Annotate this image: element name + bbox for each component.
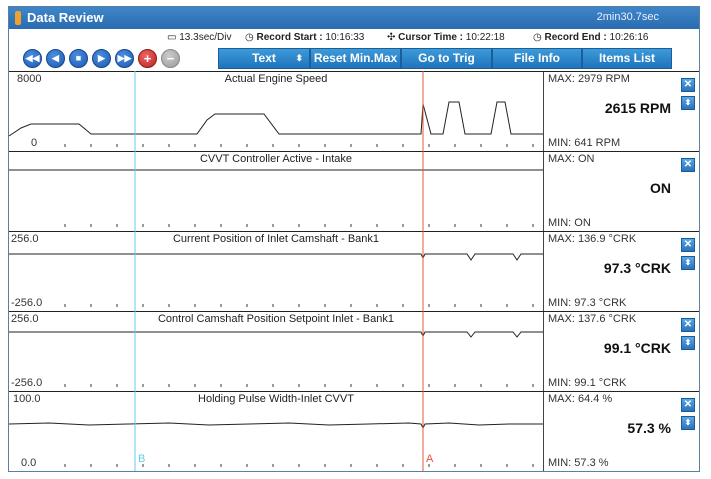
- prev-button[interactable]: ◀: [46, 49, 65, 68]
- updown-icon: ⬍: [684, 418, 692, 427]
- current-value: 57.3 %: [627, 420, 671, 436]
- cursor-a-label[interactable]: A: [426, 453, 433, 465]
- go-to-trig-button[interactable]: Go to Trig: [401, 48, 492, 69]
- rewind-icon: ◀◀: [25, 53, 40, 63]
- file-info-button[interactable]: File Info: [492, 48, 582, 69]
- current-value: ON: [650, 180, 671, 196]
- min-value: MIN: 641 RPM: [548, 137, 621, 149]
- readout-engine-speed: MAX: 2979 RPM 2615 RPM MIN: 641 RPM ✕ ⬍: [543, 72, 699, 151]
- close-icon: ✕: [683, 399, 693, 410]
- text-select-label: Text: [252, 51, 276, 65]
- close-icon: ✕: [683, 159, 693, 170]
- scale-button[interactable]: ⬍: [681, 336, 695, 350]
- updown-icon: ⬍: [684, 258, 692, 267]
- max-value: MAX: 137.6 °CRK: [548, 313, 637, 325]
- app-icon: [15, 11, 21, 25]
- readout-holding-pulse: MAX: 64.4 % 57.3 % MIN: 57.3 % ✕ ⬍: [543, 392, 699, 471]
- reset-minmax-button[interactable]: Reset Min.Max: [310, 48, 401, 69]
- min-value: MIN: 57.3 %: [548, 457, 609, 469]
- window-title: Data Review: [27, 10, 104, 25]
- items-list-button[interactable]: Items List: [582, 48, 672, 69]
- toolbar: ◀◀ ◀ ■ ▶ ▶▶ + − Text ⬍ Reset Min.Max Go …: [9, 47, 699, 71]
- current-value: 99.1 °CRK: [603, 340, 671, 356]
- add-item-button[interactable]: +: [138, 49, 157, 68]
- close-icon: ✕: [683, 239, 693, 250]
- record-info-bar: ▭ 13.3sec/Div ◷ Record Start : 10:16:33 …: [9, 29, 699, 47]
- elapsed-time: 2min30.7sec: [596, 11, 659, 23]
- title-bar: Data Review 2min30.7sec: [9, 7, 699, 29]
- scale-button[interactable]: ⬍: [681, 416, 695, 430]
- readout-cvvt-active: MAX: ON ON MIN: ON ✕: [543, 152, 699, 231]
- readout-inlet-camshaft: MAX: 136.9 °CRK 97.3 °CRK MIN: 97.3 °CRK…: [543, 232, 699, 311]
- cursor-time: ✣ Cursor Time : 10:22:18: [387, 32, 505, 43]
- plus-icon: +: [143, 51, 152, 66]
- scale-button[interactable]: ⬍: [681, 96, 695, 110]
- updown-arrows-icon: ⬍: [295, 53, 303, 63]
- remove-item-button[interactable]: −: [161, 49, 180, 68]
- rewind-button[interactable]: ◀◀: [23, 49, 42, 68]
- max-value: MAX: 64.4 %: [548, 393, 613, 405]
- updown-icon: ⬍: [684, 98, 692, 107]
- stop-button[interactable]: ■: [69, 49, 88, 68]
- max-value: MAX: ON: [548, 153, 595, 165]
- min-value: MIN: ON: [548, 217, 591, 229]
- time-division: ▭ 13.3sec/Div: [167, 32, 232, 43]
- cursor-b-label[interactable]: B: [138, 453, 145, 465]
- data-review-window: Data Review 2min30.7sec ▭ 13.3sec/Div ◷ …: [8, 6, 700, 472]
- text-select[interactable]: Text ⬍: [218, 48, 310, 69]
- close-panel-button[interactable]: ✕: [681, 238, 695, 252]
- current-value: 2615 RPM: [604, 100, 671, 116]
- readout-camshaft-setpoint: MAX: 137.6 °CRK 99.1 °CRK MIN: 99.1 °CRK…: [543, 312, 699, 391]
- close-panel-button[interactable]: ✕: [681, 158, 695, 172]
- max-value: MAX: 136.9 °CRK: [548, 233, 637, 245]
- close-panel-button[interactable]: ✕: [681, 78, 695, 92]
- record-start: ◷ Record Start : 10:16:33: [245, 32, 365, 43]
- updown-icon: ⬍: [684, 338, 692, 347]
- chart-area: 8000 Actual Engine Speed 0 MAX: 2979 RPM…: [8, 71, 699, 471]
- current-value: 97.3 °CRK: [603, 260, 671, 276]
- next-icon: ▶: [98, 53, 105, 63]
- close-icon: ✕: [683, 319, 693, 330]
- close-icon: ✕: [683, 79, 693, 90]
- close-panel-button[interactable]: ✕: [681, 318, 695, 332]
- fast-forward-icon: ▶▶: [117, 53, 132, 63]
- minus-icon: −: [166, 51, 175, 66]
- min-value: MIN: 99.1 °CRK: [548, 377, 627, 389]
- fast-forward-button[interactable]: ▶▶: [115, 49, 134, 68]
- close-panel-button[interactable]: ✕: [681, 398, 695, 412]
- stop-icon: ■: [75, 53, 82, 63]
- record-end: ◷ Record End : 10:26:16: [533, 32, 649, 43]
- prev-icon: ◀: [52, 53, 59, 63]
- next-button[interactable]: ▶: [92, 49, 111, 68]
- plot-overlay: [64, 71, 534, 471]
- min-value: MIN: 97.3 °CRK: [548, 297, 627, 309]
- scale-button[interactable]: ⬍: [681, 256, 695, 270]
- max-value: MAX: 2979 RPM: [548, 73, 630, 85]
